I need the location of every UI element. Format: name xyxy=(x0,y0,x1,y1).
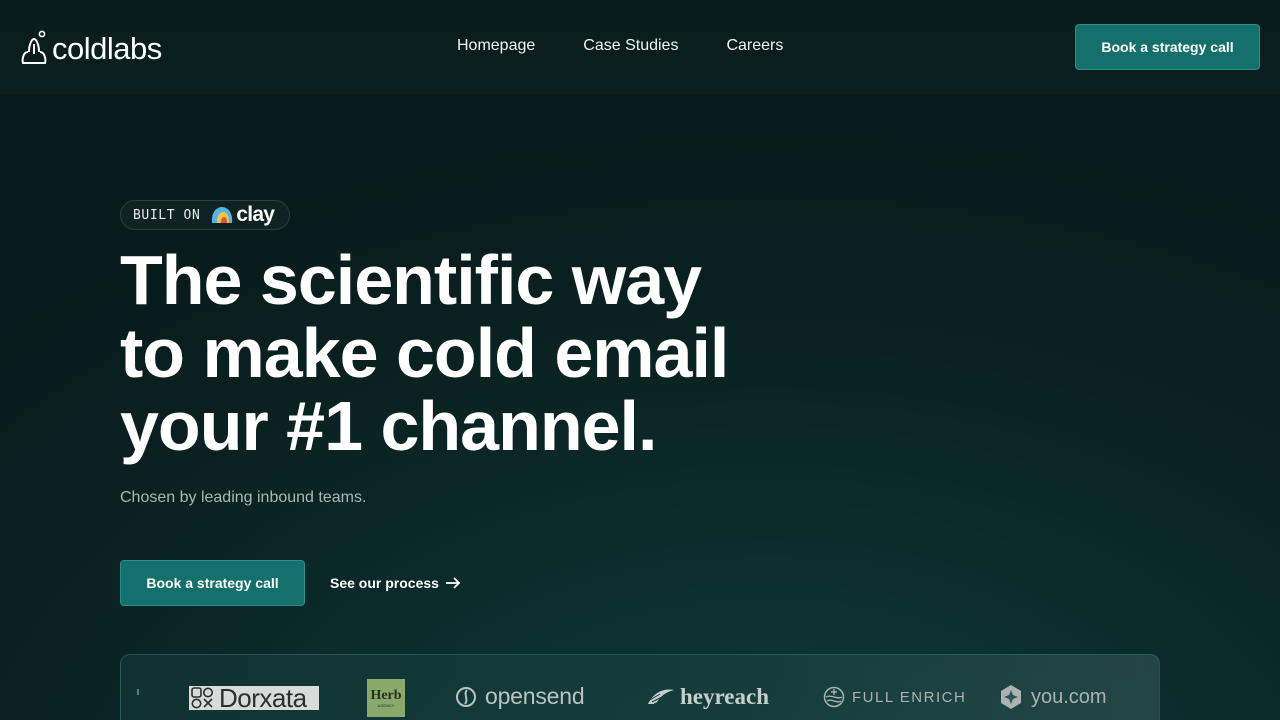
clay-logo: clay xyxy=(210,203,275,227)
clay-wordmark: clay xyxy=(236,203,275,226)
opensend-wordmark: opensend xyxy=(485,683,585,709)
heyreach-wordmark: heyreach xyxy=(680,684,770,709)
arrow-right-icon xyxy=(445,577,461,589)
hero-book-call-button[interactable]: Book a strategy call xyxy=(120,560,305,606)
site-header: coldlabs Homepage Case Studies Careers B… xyxy=(0,0,1280,94)
dorxata-wordmark: Dorxata xyxy=(219,683,307,713)
nav-careers[interactable]: Careers xyxy=(726,36,783,56)
hero-title: The scientific way to make cold email yo… xyxy=(120,244,840,463)
logo-text: coldlabs xyxy=(52,30,162,66)
logo-you-com: you.com xyxy=(998,684,1107,710)
header-book-call-button[interactable]: Book a strategy call xyxy=(1075,24,1260,70)
hero-title-line-2: to make cold email xyxy=(120,314,729,392)
client-logo-strip: Dorxata Herb AGENCY opensend heyreach FU… xyxy=(120,654,1160,720)
herb-wordmark: Herb xyxy=(370,687,402,703)
heyreach-wing-icon xyxy=(648,689,674,705)
logo-full-enrich: FULL ENRICH xyxy=(823,686,966,708)
built-on-label: BUILT ON xyxy=(133,207,201,223)
full-enrich-wordmark: FULL ENRICH xyxy=(852,688,967,706)
opensend-mark-icon xyxy=(456,686,476,707)
built-on-clay-badge[interactable]: BUILT ON clay xyxy=(120,200,290,230)
dorxata-mark-icon xyxy=(191,687,213,709)
nav-homepage[interactable]: Homepage xyxy=(457,36,535,56)
fullenrich-globe-icon xyxy=(823,686,845,708)
see-our-process-link[interactable]: See our process xyxy=(330,574,461,592)
hero-title-line-1: The scientific way xyxy=(120,241,702,319)
hero-title-line-3: your #1 channel. xyxy=(120,387,657,465)
see-our-process-label: See our process xyxy=(330,575,439,591)
youcom-star-icon xyxy=(1001,685,1021,709)
logo-dorxata: Dorxata xyxy=(189,683,319,713)
strip-divider xyxy=(137,689,139,695)
logo-herb: Herb AGENCY xyxy=(367,679,405,717)
coldlabs-mark-icon xyxy=(21,30,47,64)
clay-mark-icon xyxy=(212,207,233,223)
hero-subtitle: Chosen by leading inbound teams. xyxy=(120,489,367,506)
logo-opensend: opensend xyxy=(455,683,585,710)
logo-heyreach: heyreach xyxy=(646,684,769,710)
nav-case-studies[interactable]: Case Studies xyxy=(583,36,678,56)
coldlabs-logo[interactable]: coldlabs xyxy=(20,28,162,68)
you-com-wordmark: you.com xyxy=(1031,685,1107,708)
main-nav: Homepage Case Studies Careers xyxy=(457,36,783,56)
herb-subtitle: AGENCY xyxy=(377,702,395,708)
